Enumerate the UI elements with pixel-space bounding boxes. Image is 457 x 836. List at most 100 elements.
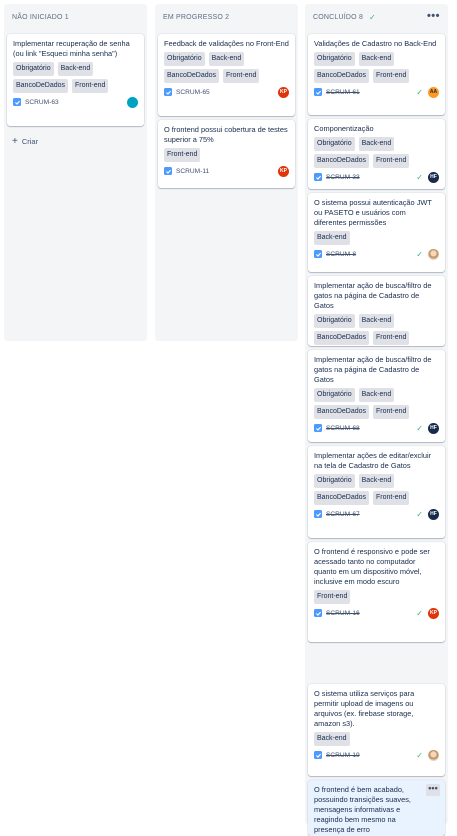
- task-checkbox-icon: [314, 173, 322, 181]
- label-banco-de-dados: BancoDeDados: [13, 79, 69, 93]
- label-back-end: Back-end: [314, 231, 350, 245]
- task-checkbox-icon: [164, 167, 172, 175]
- task-checkbox-icon: [314, 424, 322, 432]
- card-title: Implementar ações de editar/excluir na t…: [314, 451, 432, 470]
- column-concluido: CONCLUÍDO 8 ✓ ••• Validações de Cadastro…: [305, 4, 448, 836]
- card-title: O sistema utiliza serviços para permitir…: [314, 689, 415, 728]
- label-obrigatorio: Obrigatório: [314, 314, 355, 328]
- card-title: Validações de Cadastro no Back-End: [314, 39, 437, 48]
- label-obrigatorio: Obrigatório: [314, 388, 355, 402]
- label-front-end: Front-end: [373, 69, 410, 83]
- issue-card-scrum-68[interactable]: Implementar ação de busca/filtro de gato…: [308, 350, 445, 442]
- label-front-end: Front-end: [373, 491, 410, 505]
- issue-key[interactable]: SCRUM-67: [326, 511, 360, 518]
- issue-card-scrum-61[interactable]: Validações de Cadastro no Back-End Obrig…: [308, 34, 445, 115]
- avatar[interactable]: HF: [428, 422, 439, 434]
- issue-card-frontend-acabado[interactable]: O frontend é bem acabado, possuindo tran…: [308, 780, 445, 836]
- avatar[interactable]: HF: [428, 508, 439, 520]
- issue-card-scrum-8[interactable]: O sistema possui autenticação JWT ou PAS…: [308, 193, 445, 272]
- done-check-icon: ✓: [416, 87, 423, 97]
- card-title: Implementar ação de busca/filtro de gato…: [314, 281, 432, 310]
- issue-key[interactable]: SCRUM-8: [326, 251, 356, 258]
- label-back-end: Back-end: [57, 62, 94, 76]
- column-em-progresso: EM PROGRESSO 2 Feedback de validações no…: [155, 4, 298, 341]
- issue-card-scrum-33[interactable]: Componentização Obrigatório Back-end Ban…: [308, 119, 445, 189]
- label-obrigatorio: Obrigatório: [314, 52, 355, 66]
- create-issue-button[interactable]: + Criar: [12, 136, 38, 147]
- column-header: EM PROGRESSO 2: [163, 13, 230, 21]
- label-banco-de-dados: BancoDeDados: [164, 69, 220, 83]
- issue-card-busca-filtro[interactable]: Implementar ação de busca/filtro de gato…: [308, 276, 445, 346]
- avatar[interactable]: KP: [278, 165, 289, 177]
- label-front-end: Front-end: [373, 154, 410, 168]
- card-title: O frontend é responsivo e pode ser acess…: [314, 547, 430, 586]
- label-back-end: Back-end: [358, 52, 395, 66]
- teal-avatar-icon[interactable]: [127, 96, 138, 108]
- column-nao-iniciado: NÃO INICIADO 1 Implementar recuperação d…: [4, 4, 147, 341]
- issue-key[interactable]: SCRUM-11: [176, 168, 209, 175]
- avatar[interactable]: HF: [428, 171, 439, 183]
- label-back-end: Back-end: [358, 474, 395, 488]
- task-checkbox-icon: [314, 609, 322, 617]
- task-checkbox-icon: [314, 88, 322, 96]
- card-title: Implementar recuperação de senha (ou lin…: [13, 39, 130, 58]
- label-back-end: Back-end: [208, 52, 245, 66]
- issue-card-scrum-11[interactable]: O frontend possui cobertura de testes su…: [158, 120, 295, 188]
- label-front-end: Front-end: [223, 69, 260, 83]
- issue-key[interactable]: SCRUM-68: [326, 425, 360, 432]
- label-back-end: Back-end: [358, 314, 395, 328]
- issue-card-scrum-19[interactable]: O sistema utiliza serviços para permitir…: [308, 684, 445, 776]
- task-checkbox-icon: [13, 98, 21, 106]
- label-front-end: Front-end: [373, 331, 410, 345]
- label-front-end: Front-end: [164, 148, 201, 162]
- label-obrigatorio: Obrigatório: [13, 62, 54, 76]
- issue-card-scrum-16[interactable]: O frontend é responsivo e pode ser acess…: [308, 542, 445, 642]
- label-back-end: Back-end: [358, 137, 395, 151]
- issue-key[interactable]: SCRUM-61: [326, 89, 360, 96]
- label-banco-de-dados: BancoDeDados: [314, 69, 370, 83]
- issue-key[interactable]: SCRUM-19: [326, 752, 360, 759]
- done-check-icon: ✓: [416, 509, 423, 519]
- issue-card-scrum-67[interactable]: Implementar ações de editar/excluir na t…: [308, 446, 445, 538]
- done-check-icon: ✓: [416, 423, 423, 433]
- label-front-end: Front-end: [373, 405, 410, 419]
- done-check-icon: ✓: [416, 172, 423, 182]
- done-check-icon: ✓: [416, 249, 423, 259]
- card-title: O frontend possui cobertura de testes su…: [164, 125, 288, 144]
- done-check-icon: ✓: [416, 608, 423, 618]
- label-front-end: Front-end: [314, 590, 351, 604]
- task-checkbox-icon: [314, 250, 322, 258]
- card-title: Implementar ação de busca/filtro de gato…: [314, 355, 432, 384]
- issue-key[interactable]: SCRUM-63: [25, 99, 59, 106]
- label-banco-de-dados: BancoDeDados: [314, 491, 370, 505]
- card-title: O sistema possui autenticação JWT ou PAS…: [314, 198, 432, 227]
- label-back-end: Back-end: [358, 388, 395, 402]
- task-checkbox-icon: [314, 751, 322, 759]
- create-label: Criar: [21, 137, 39, 146]
- card-more-button[interactable]: •••: [426, 784, 440, 796]
- card-title: O frontend é bem acabado, possuindo tran…: [314, 785, 411, 834]
- task-checkbox-icon: [314, 510, 322, 518]
- plus-icon: +: [12, 136, 18, 147]
- photo-avatar-icon[interactable]: [428, 749, 439, 761]
- issue-key[interactable]: SCRUM-65: [176, 89, 210, 96]
- label-banco-de-dados: BancoDeDados: [314, 331, 370, 345]
- column-more-button[interactable]: •••: [427, 10, 440, 22]
- issue-key[interactable]: SCRUM-16: [326, 610, 360, 617]
- issue-card-scrum-65[interactable]: Feedback de validações no Front-End Obri…: [158, 34, 295, 116]
- issue-card-scrum-63[interactable]: Implementar recuperação de senha (ou lin…: [7, 34, 144, 126]
- avatar[interactable]: KP: [278, 86, 289, 98]
- label-banco-de-dados: BancoDeDados: [314, 154, 370, 168]
- card-title: Feedback de validações no Front-End: [164, 39, 289, 48]
- label-back-end: Back-end: [314, 732, 350, 746]
- label-front-end: Front-end: [72, 79, 109, 93]
- label-banco-de-dados: BancoDeDados: [314, 405, 370, 419]
- card-title: Componentização: [314, 124, 374, 133]
- issue-key[interactable]: SCRUM-33: [326, 174, 360, 181]
- avatar[interactable]: KP: [428, 607, 439, 619]
- photo-avatar-icon[interactable]: [428, 248, 439, 260]
- column-header-row: CONCLUÍDO 8 ✓ •••: [305, 4, 448, 30]
- task-checkbox-icon: [164, 88, 172, 96]
- column-header: CONCLUÍDO 8: [313, 13, 364, 21]
- avatar[interactable]: AA: [428, 86, 439, 98]
